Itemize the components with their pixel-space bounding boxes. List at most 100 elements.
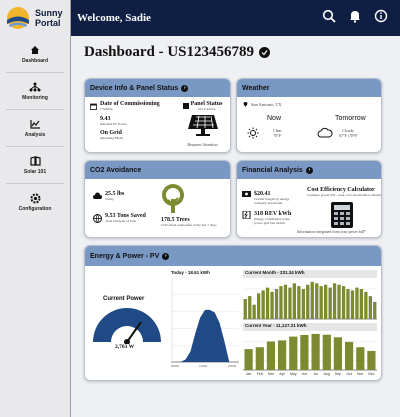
cloud-icon [317,127,333,138]
month-bar [306,284,310,319]
card-title: CO2 Avoidance [90,166,142,174]
app-logo[interactable]: Sunny Portal [0,0,70,36]
sidebar-item-dashboard[interactable]: Dashboard [0,38,70,70]
card-header[interactable]: Device Info & Panel Status › [85,79,230,97]
month-bar [346,289,350,319]
year-tick-label: Sep [335,372,341,376]
arrow-right-icon[interactable]: › [181,84,189,92]
today-chart [171,278,239,363]
sidebar-item-configuration[interactable]: Configuration [0,186,70,218]
sidebar-item-monitoring[interactable]: Monitoring [0,75,70,107]
bell-icon[interactable] [348,9,362,23]
month-bar [288,287,292,319]
power-gauge [93,308,161,344]
month-bar [319,286,323,319]
month-bar [332,283,337,319]
weather-card: Weather San Antonio, TX Now Tomorrow Cle… [236,78,382,153]
month-bar [252,304,256,319]
arrow-right-icon[interactable]: › [305,166,313,174]
year-tick-label: Mar [268,372,275,376]
co2-trees-label: CO2 offset equivalent of the last 7 days [161,223,217,227]
year-tick-label: Jun [302,372,308,376]
month-bar [270,291,274,319]
month-bar [341,286,346,319]
card-header[interactable]: CO2 Avoidance [85,161,230,179]
page-title: Dashboard - US123456789 [84,44,271,61]
card-header[interactable]: Energy & Power - PV › [85,246,381,266]
gear-icon [28,192,42,204]
divider [6,72,64,73]
year-bar [333,337,342,370]
rated-label: Installed PV Power [100,122,128,126]
year-bar [367,351,376,370]
year-tick-label: May [290,372,297,376]
today-axis-start: 00:00 [171,364,179,368]
sidebar-item-label: Configuration [18,206,52,212]
month-bar [301,289,305,319]
search-icon[interactable] [322,9,336,23]
welcome-text: Welcome, Sadie [77,12,151,24]
card-header[interactable]: Weather [237,79,381,97]
panel-icon [182,103,189,109]
money-icon [242,191,251,197]
calendar-icon [90,103,97,110]
card-title: Weather [242,84,270,92]
year-tick-label: Jan [246,372,252,376]
year-bar [266,341,275,370]
month-bar [350,290,355,319]
sidebar-item-solar-101[interactable]: Solar 101 [0,149,70,181]
month-label: Current Month - 231.34 kWh [243,270,377,278]
year-tick-label: Dec [368,372,374,376]
arrow-right-icon[interactable]: › [162,252,170,260]
today-axis-mid: 12:00 [199,364,207,368]
month-bar [265,287,270,319]
card-title: Financial Analysis [242,166,303,174]
grid-label: Operating Mode [100,136,124,140]
sidebar-item-label: Dashboard [21,58,49,64]
year-tick-label: Nov [357,372,363,376]
month-bar [337,284,341,319]
month-chart [243,281,377,320]
finance-footer: Information integrated from your power b… [297,230,366,234]
page-title-text: Dashboard - US123456789 [84,44,255,60]
home-icon [28,44,42,56]
year-bar [356,347,365,370]
year-bar [322,334,331,370]
now-label: Now [267,115,282,122]
commission-date: 7/3/2024 [100,107,113,111]
month-bar [297,286,301,319]
current-power-label: Current Power [103,296,145,302]
panel-status-sub: 12/12 Active [197,107,216,111]
year-tick-label: Aug [324,372,330,376]
app-name-line2: Portal [35,18,61,28]
plug-icon [242,211,251,219]
calculator-icon[interactable] [331,202,353,228]
network-icon [28,81,42,93]
month-bar [359,289,363,319]
sidebar-item-analysis[interactable]: Analysis [0,112,70,144]
divider [6,183,64,184]
month-bar [283,284,288,319]
info-icon[interactable] [374,9,388,23]
month-bar [261,290,265,319]
year-label: Current Year - 11,127.21 kWh [243,323,377,331]
location-pin-icon [243,102,248,107]
year-tick-label: Apr [279,372,285,376]
divider [6,109,64,110]
today-area [171,309,239,362]
month-bar [324,284,328,319]
month-bar [279,286,283,319]
month-bar [373,301,377,319]
month-bar [355,287,359,319]
sun-icon [247,127,259,139]
sidebar-item-label: Monitoring [22,95,48,101]
line-chart-icon [28,118,42,130]
month-bar [364,291,368,319]
sidebar-item-label: Solar 101 [23,169,47,175]
check-circle-icon[interactable] [259,47,271,58]
sun-logo-icon [7,7,29,29]
card-header[interactable]: Financial Analysis › [237,161,381,179]
year-bar [278,340,287,370]
co2-lbs-label: Today [105,197,114,201]
month-bar [274,289,279,319]
